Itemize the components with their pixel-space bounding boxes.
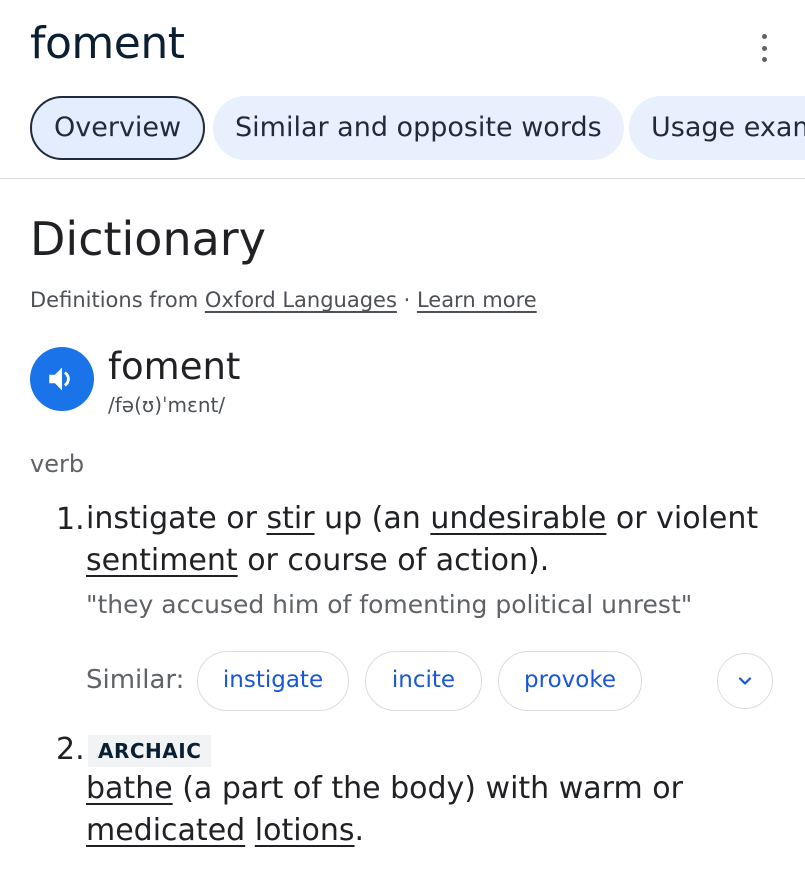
sense-number: 1.	[56, 502, 85, 537]
definition-1: instigate or stir up (an undesirable or …	[86, 498, 786, 582]
definition-text: .	[354, 813, 365, 848]
word-link-lotions[interactable]: lotions	[255, 813, 355, 848]
tab-similar-opposite[interactable]: Similar and opposite words	[213, 96, 624, 160]
definition-text: or course of action).	[237, 543, 550, 578]
word-link-sentiment[interactable]: sentiment	[86, 543, 238, 578]
word-link-undesirable[interactable]: undesirable	[430, 501, 606, 536]
usage-example: "they accused him of fomenting political…	[86, 590, 693, 619]
tab-overview[interactable]: Overview	[30, 96, 206, 160]
learn-more-link[interactable]: Learn more	[417, 288, 537, 312]
separator: ·	[396, 288, 417, 312]
section-heading: Dictionary	[30, 212, 266, 266]
word-link-bathe[interactable]: bathe	[86, 771, 173, 806]
page-title: foment	[30, 18, 185, 69]
definition-text	[245, 813, 255, 848]
source-prefix: Definitions from	[30, 288, 205, 312]
volume-icon[interactable]	[30, 347, 94, 411]
pronunciation: /fə(ʊ)ˈmɛnt/	[108, 393, 226, 417]
similar-chip-instigate[interactable]: instigate	[197, 651, 349, 711]
word-link-stir[interactable]: stir	[266, 501, 314, 536]
speaker-glyph	[49, 367, 70, 391]
definition-text: instigate or	[86, 501, 267, 536]
chevron-glyph	[738, 677, 752, 685]
more-vert-icon[interactable]	[752, 34, 776, 62]
tab-usage-examples[interactable]: Usage exam	[629, 96, 805, 160]
similar-chip-incite[interactable]: incite	[365, 651, 482, 711]
oxford-languages-link[interactable]: Oxford Languages	[205, 288, 397, 312]
definition-text: (a part of the body) with warm or	[172, 771, 683, 806]
chevron-down-icon[interactable]	[717, 653, 773, 709]
tab-bar: Overview Similar and opposite words Usag…	[0, 96, 805, 160]
divider	[0, 178, 805, 179]
sense-number: 2.	[56, 732, 85, 767]
headword: foment	[108, 345, 241, 388]
word-link-medicated[interactable]: medicated	[86, 813, 245, 848]
register-badge: ARCHAIC	[88, 735, 212, 767]
similar-chip-provoke[interactable]: provoke	[498, 651, 642, 711]
part-of-speech: verb	[30, 450, 85, 478]
definition-text: up (an	[314, 501, 431, 536]
source-line: Definitions from Oxford Languages · Lear…	[30, 288, 537, 312]
definition-text: or violent	[606, 501, 759, 536]
definition-2: bathe (a part of the body) with warm or …	[86, 768, 786, 852]
similar-label: Similar:	[86, 665, 185, 695]
